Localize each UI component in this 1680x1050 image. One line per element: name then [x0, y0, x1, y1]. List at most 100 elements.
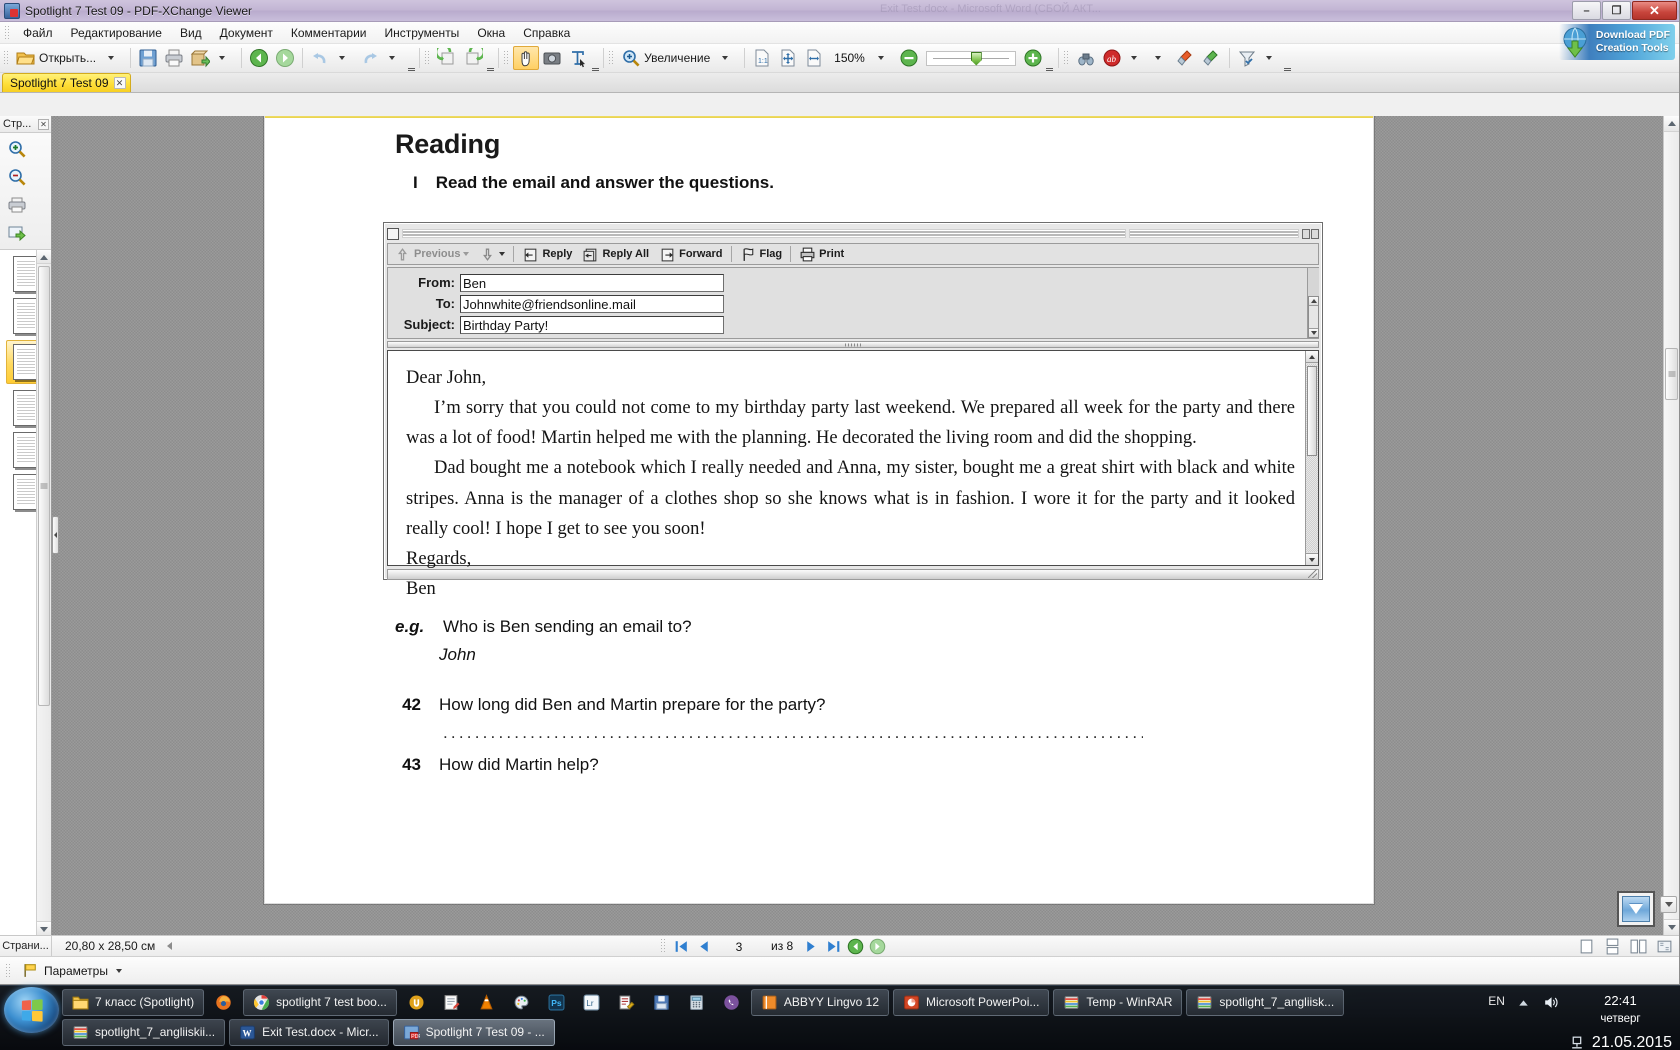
fullscreen-icon[interactable] — [1656, 938, 1673, 955]
toolbar-overflow-zoom[interactable] — [1046, 52, 1054, 72]
document-tab-spotlight-7-test-09[interactable]: Spotlight 7 Test 09 ✕ — [2, 73, 131, 92]
taskbar-item-spotlight-7-archive[interactable]: spotlight_7_angliiskii... — [62, 1018, 226, 1046]
minimize-button[interactable]: – — [1572, 1, 1601, 20]
document-viewport[interactable]: Reading I Read the email and answer the … — [59, 116, 1679, 935]
page-thumbnail-list[interactable] — [0, 250, 51, 935]
continuous-layout-icon[interactable] — [1604, 938, 1621, 955]
redo-button[interactable] — [357, 46, 383, 70]
menu-file[interactable]: Файл — [14, 23, 62, 43]
page-thumbnail[interactable] — [12, 298, 39, 334]
toolbar-overflow-edit[interactable] — [407, 52, 415, 72]
filter-dropdown[interactable] — [1260, 46, 1284, 70]
email-forward-button[interactable]: Forward — [655, 245, 726, 263]
email-print-button[interactable]: Print — [795, 245, 848, 263]
toolbar-grip-rotate[interactable] — [424, 50, 432, 66]
email-previous-button[interactable]: Previous — [390, 245, 473, 263]
filter-comments-button[interactable] — [1234, 46, 1260, 70]
options-button[interactable]: Параметры — [15, 960, 132, 981]
menu-windows[interactable]: Окна — [468, 23, 514, 43]
rotate-right-button[interactable] — [460, 46, 486, 70]
thumbnail-scroll-down-button[interactable] — [37, 921, 51, 935]
taskbar-item-paint[interactable] — [506, 989, 537, 1016]
show-comments-button[interactable] — [1073, 46, 1099, 70]
taskbar-item-viber[interactable] — [716, 989, 747, 1016]
open-button[interactable]: Открыть... — [13, 46, 102, 70]
network-icon[interactable] — [1569, 1034, 1586, 1050]
redo-dropdown[interactable] — [383, 46, 407, 70]
rotate-left-button[interactable] — [434, 46, 460, 70]
email-to-input[interactable]: Johnwhite@friendsonline.mail — [460, 294, 724, 313]
select-text-tool-button[interactable] — [565, 46, 591, 70]
document-scroll-up-button[interactable] — [1664, 116, 1679, 132]
enlarge-thumbnails-button[interactable] — [2, 136, 32, 162]
last-page-button[interactable] — [823, 937, 843, 956]
thumbnail-scrollbar-thumb[interactable] — [38, 266, 50, 706]
taskbar-item-7-klass[interactable]: 7 класс (Spotlight) — [62, 988, 205, 1016]
print-pages-button[interactable] — [2, 192, 32, 218]
stamp-dropdown[interactable] — [1149, 46, 1173, 70]
panel-splitter[interactable] — [52, 116, 59, 935]
email-header-scroll-down-button[interactable] — [1309, 328, 1318, 337]
email-flag-button[interactable]: Flag — [736, 245, 787, 263]
page-thumbnail[interactable] — [12, 390, 39, 426]
email-from-input[interactable]: Ben — [460, 273, 724, 292]
first-page-button[interactable] — [671, 937, 691, 956]
thumbnail-scroll-up-button[interactable] — [37, 250, 51, 264]
next-page-scroll-button[interactable] — [1617, 891, 1655, 927]
panel-collapse-handle[interactable] — [52, 516, 59, 554]
question-42-answer-line[interactable]: ........................................… — [443, 723, 1143, 743]
toolbar-grip-tools[interactable] — [503, 50, 511, 66]
zoom-tool-button[interactable]: Увеличение — [618, 46, 716, 70]
document-vertical-scrollbar[interactable] — [1660, 116, 1679, 935]
back-button[interactable] — [246, 46, 272, 70]
forward-button[interactable] — [272, 46, 298, 70]
undo-button[interactable] — [307, 46, 333, 70]
previous-page-button[interactable] — [693, 937, 713, 956]
zoom-slider[interactable] — [925, 50, 1016, 66]
two-page-layout-icon[interactable] — [1630, 938, 1647, 955]
zoom-tool-dropdown[interactable] — [716, 46, 740, 70]
taskbar-item-editor[interactable] — [611, 989, 642, 1016]
next-page-button[interactable] — [801, 937, 821, 956]
email-header-scrollbar[interactable] — [1308, 296, 1319, 338]
zoom-level-input[interactable]: 150% — [827, 51, 872, 65]
taskbar-item-spotlight-archive[interactable]: spotlight_7_angliisk... — [1186, 988, 1345, 1016]
show-hidden-icons-icon[interactable] — [1515, 995, 1532, 1012]
page-thumbnail[interactable] — [12, 432, 39, 468]
scrollbar-options-button[interactable] — [1660, 896, 1677, 913]
page-number-input[interactable]: 3 — [715, 938, 763, 955]
taskbar-item-photoshop[interactable]: Ps — [541, 989, 572, 1016]
taskbar-item-chrome[interactable]: spotlight 7 test boo... — [243, 988, 397, 1016]
fit-page-button[interactable] — [775, 46, 801, 70]
maximize-button[interactable]: ❐ — [1602, 1, 1631, 20]
start-button[interactable] — [4, 987, 59, 1033]
clock[interactable]: 22:41 четверг — [1600, 992, 1640, 1028]
document-scrollbar-thumb[interactable] — [1665, 348, 1678, 400]
go-back-button[interactable] — [845, 937, 865, 956]
save-button[interactable] — [135, 46, 161, 70]
toolbar-grip-file[interactable] — [3, 50, 10, 66]
tab-close-icon[interactable]: ✕ — [113, 77, 126, 89]
snapshot-tool-button[interactable] — [539, 46, 565, 70]
zoom-out-button[interactable] — [896, 46, 922, 70]
page-thumbnail[interactable] — [12, 474, 39, 510]
toolbar-overflow-annotations[interactable] — [1284, 52, 1292, 72]
email-body-scroll-up-button[interactable] — [1306, 351, 1318, 363]
single-page-layout-icon[interactable] — [1578, 938, 1595, 955]
email-body-scrollbar[interactable] — [1305, 351, 1318, 565]
taskbar-item-exit-test-docx[interactable]: W Exit Test.docx - Micr... — [229, 1018, 389, 1046]
download-pdf-creation-tools-banner[interactable]: Download PDF Creation Tools — [1559, 24, 1675, 60]
document-scroll-down-button[interactable] — [1664, 919, 1679, 935]
email-reply-all-button[interactable]: Reply All — [578, 245, 653, 263]
status-collapse-icon[interactable] — [167, 942, 173, 950]
email-pane-splitter[interactable] — [387, 341, 1319, 348]
taskbar-item-spotlight-7-test-09[interactable]: PDF Spotlight 7 Test 09 - ... — [392, 1018, 555, 1046]
green-highlight-tool-button[interactable] — [1199, 46, 1225, 70]
taskbar-item-utorrent[interactable] — [401, 989, 432, 1016]
fit-width-button[interactable] — [801, 46, 827, 70]
zoom-slider-thumb[interactable] — [970, 51, 982, 66]
taskbar-item-powerpoint[interactable]: Microsoft PowerPoi... — [893, 988, 1050, 1016]
toolbar-overflow-tools[interactable] — [591, 52, 599, 72]
toolbar-grip-zoom[interactable] — [608, 50, 616, 66]
go-forward-button[interactable] — [867, 937, 887, 956]
